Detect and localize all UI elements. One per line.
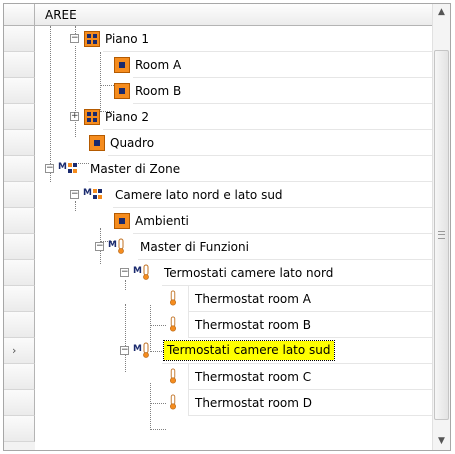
node-label: Thermostat room C [195,370,312,384]
master-function-icon: M [133,342,149,358]
row-selector[interactable] [4,286,35,312]
scroll-up-icon[interactable]: ▲ [433,4,450,21]
tree-cell[interactable]: Camere lato nord e lato sud [113,182,432,208]
room-icon [114,57,130,73]
collapse-icon[interactable]: − [120,268,129,277]
scrollbar-thumb[interactable] [434,50,449,420]
row-selector[interactable]: › [4,338,35,364]
tree-row[interactable]: − M Master di Funzioni [4,234,432,260]
svg-text:M: M [58,162,67,172]
floor-grid-icon [84,109,100,125]
scroll-down-icon[interactable]: ▼ [433,433,450,450]
collapse-icon[interactable]: − [45,164,54,173]
tree-cell[interactable]: Quadro [108,130,432,156]
tree-row[interactable]: − M Master di Zone [4,156,432,182]
tree-row[interactable]: Room A [4,52,432,78]
tree-row[interactable]: Thermostat room A [4,286,432,312]
node-label: Quadro [110,136,155,150]
tree-row[interactable]: − Piano 1 [4,26,432,52]
room-icon [89,135,105,151]
row-selector[interactable] [4,234,35,260]
master-zone-icon: M [83,188,102,199]
tree-row[interactable]: − M Termostati camere lato nord [4,260,432,286]
collapse-icon[interactable]: − [95,242,104,251]
master-zone-icon: M [58,162,77,173]
node-label: Thermostat room B [195,318,311,332]
node-label: Piano 2 [105,110,150,124]
tree-cell[interactable]: Thermostat room D [188,390,432,416]
tree-cell[interactable]: Termostati camere lato nord [162,260,432,286]
row-selector[interactable] [4,156,35,182]
tree-cell[interactable]: Ambienti [133,208,432,234]
empty-row [4,416,432,442]
row-selector[interactable] [4,260,35,286]
svg-text:M: M [108,240,117,250]
row-selector[interactable] [4,208,35,234]
svg-text:M: M [133,266,142,276]
node-label: Piano 1 [105,32,150,46]
tree-cell[interactable]: Piano 1 [103,26,432,52]
tree-cell[interactable]: Room A [133,52,432,78]
node-label: Termostati camere lato nord [164,266,334,280]
column-header[interactable]: AREE [4,4,432,26]
tree-row[interactable]: Ambienti [4,208,432,234]
vertical-scrollbar[interactable]: ▲ ▼ [432,4,450,450]
tree-cell[interactable]: Termostati camere lato sud [162,338,432,364]
room-icon [114,213,130,229]
thermostat-icon [169,394,177,410]
node-label: Thermostat room D [195,396,312,410]
svg-text:M: M [83,188,92,198]
node-label: Thermostat room A [195,292,311,306]
node-label: Ambienti [135,214,189,228]
thermostat-icon [169,316,177,332]
row-selector[interactable] [4,182,35,208]
thermostat-icon [169,368,177,384]
tree-row[interactable]: Thermostat room C [4,364,432,390]
node-label: Room B [135,84,182,98]
master-function-icon: M [133,264,149,280]
grip-icon [438,231,445,239]
row-selector[interactable] [4,130,35,156]
tree-row[interactable]: Quadro [4,130,432,156]
tree-row[interactable]: Thermostat room B [4,312,432,338]
column-header-label: AREE [45,8,77,22]
row-selector[interactable] [4,52,35,78]
collapse-icon[interactable]: − [70,190,79,199]
tree-cell[interactable]: Master di Zone [88,156,432,182]
floor-grid-icon [84,31,100,47]
tree-row[interactable]: − M Camere lato nord e lato sud [4,182,432,208]
master-function-icon: M [108,238,124,254]
node-label: Camere lato nord e lato sud [115,188,283,202]
current-row-indicator-icon: › [12,344,17,357]
tree-cell[interactable]: Room B [133,78,432,104]
row-selector[interactable] [4,312,35,338]
collapse-icon[interactable]: − [120,346,129,355]
node-label: Master di Funzioni [140,240,249,254]
header-corner [4,4,35,25]
thermostat-icon [169,290,177,306]
node-label: Master di Zone [90,162,181,176]
row-selector[interactable] [4,78,35,104]
row-selector[interactable] [4,26,35,52]
row-selector[interactable] [4,416,35,442]
node-label: Room A [135,58,182,72]
expand-icon[interactable]: + [70,112,79,121]
svg-text:M: M [133,344,142,354]
tree-grid: AREE − Piano 1 Room A Room B + Piano 2 Q… [3,3,451,451]
row-selector[interactable] [4,364,35,390]
tree-cell[interactable]: Thermostat room B [188,312,432,338]
row-selector[interactable] [4,390,35,416]
tree-row-selected[interactable]: › − M Termostati camere lato sud [4,338,432,364]
tree-row[interactable]: Thermostat room D [4,390,432,416]
tree-cell[interactable]: Piano 2 [103,104,432,130]
collapse-icon[interactable]: − [70,34,79,43]
tree-row[interactable]: + Piano 2 [4,104,432,130]
tree-cell[interactable]: Master di Funzioni [138,234,432,260]
tree-cell[interactable]: Thermostat room A [188,286,432,312]
row-selector[interactable] [4,104,35,130]
tree-cell[interactable]: Thermostat room C [188,364,432,390]
tree-row[interactable]: Room B [4,78,432,104]
room-icon [114,83,130,99]
node-label-selected: Termostati camere lato sud [163,340,335,361]
